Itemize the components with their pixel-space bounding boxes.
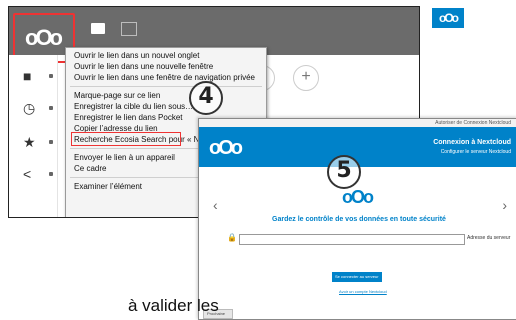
item-dot [49, 140, 53, 144]
item-dot [49, 106, 53, 110]
step-5-badge: 5 [327, 155, 361, 189]
menu-item-bookmark-link[interactable]: Marque-page sur ce lien [74, 91, 160, 101]
image-icon[interactable] [121, 22, 137, 36]
share-icon[interactable]: < [23, 167, 31, 181]
nextcloud-login-screenshot: Autoriser de Connexion Nextcloud oOo Con… [198, 118, 516, 320]
menu-item-open-private-window[interactable]: Ouvrir le lien dans une fenêtre de navig… [74, 73, 255, 83]
copy-link-highlight [71, 132, 181, 146]
login-heading: Gardez le contrôle de vos données en tou… [272, 216, 446, 223]
menu-item-save-link-as[interactable]: Enregistrer la cible du lien sous… [74, 102, 193, 112]
connect-button-label: Se connecter au serveur [335, 274, 379, 279]
step-4-badge: 4 [189, 81, 223, 115]
lock-icon: 🔒 [227, 233, 237, 242]
banner-title: Connexion à Nextcloud [433, 139, 511, 146]
clock-icon[interactable]: ◷ [23, 101, 35, 115]
nextcloud-logo-icon[interactable]: oOo [25, 25, 63, 51]
new-tab-button[interactable]: + [293, 65, 319, 91]
connect-button[interactable]: Se connecter au serveur [332, 272, 382, 282]
nextcloud-logo-icon: oOo [342, 187, 374, 207]
window-title: Autoriser de Connexion Nextcloud [435, 120, 511, 126]
caption-text: à valider les [128, 296, 219, 315]
item-dot [49, 172, 53, 176]
menu-item-inspect-element[interactable]: Examiner l’élément [74, 182, 142, 192]
server-address-input[interactable] [239, 234, 465, 245]
nextcloud-logo-icon: oOo [209, 137, 243, 159]
menu-item-save-to-pocket[interactable]: Enregistrer le lien dans Pocket [74, 113, 183, 123]
chevron-left-icon[interactable]: ‹ [213, 197, 218, 213]
menu-item-send-to-device[interactable]: Envoyer le lien à un appareil [74, 153, 175, 163]
folder-icon[interactable] [91, 23, 105, 34]
menu-separator [70, 86, 262, 87]
menu-item-this-frame[interactable]: Ce cadre [74, 164, 106, 174]
sidebar: ■ ◷ ★ < [9, 55, 58, 217]
menu-item-open-new-tab[interactable]: Ouvrir le lien dans un nouvel onglet [74, 51, 199, 61]
chevron-right-icon[interactable]: › [502, 197, 507, 213]
server-address-label: Adresse du serveur [467, 235, 511, 241]
item-dot [49, 74, 53, 78]
star-icon[interactable]: ★ [23, 135, 36, 149]
menu-item-open-new-window[interactable]: Ouvrir le lien dans une nouvelle fenêtre [74, 62, 213, 72]
folder-icon[interactable]: ■ [23, 69, 31, 83]
nextcloud-corner-logo-icon: oOo [432, 8, 464, 28]
banner-subtitle: Configurer le serveur Nextcloud [440, 149, 511, 155]
account-link[interactable]: Avoir un compte Nextcloud [339, 289, 387, 294]
